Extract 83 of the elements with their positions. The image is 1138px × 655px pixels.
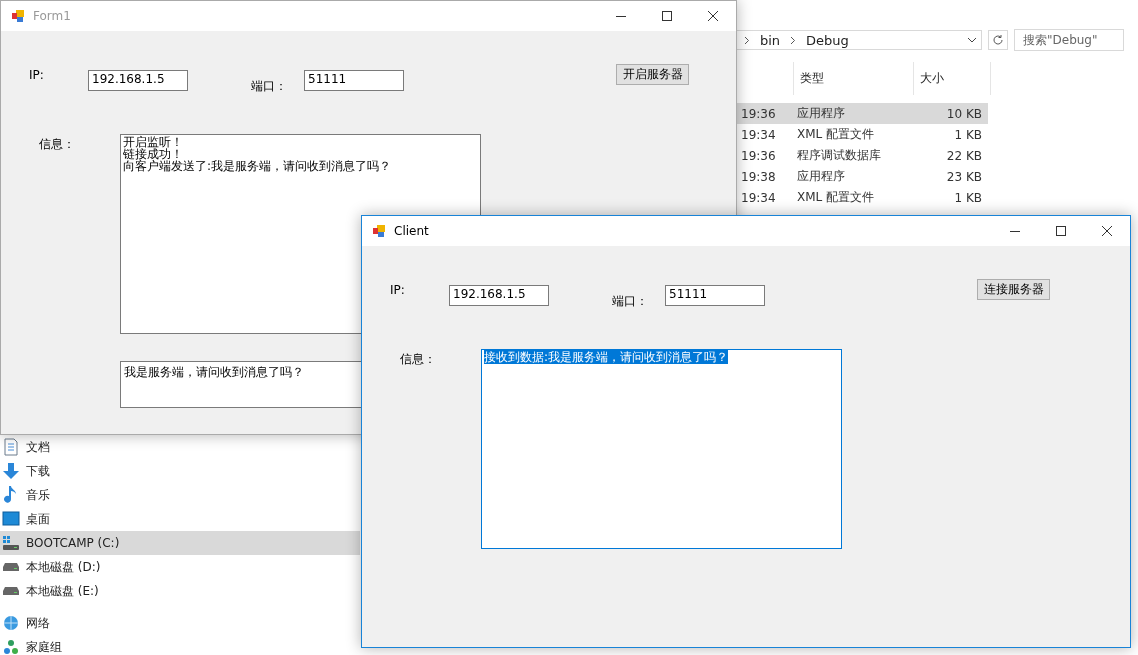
file-row[interactable]: 19:36 应用程序 10 KB bbox=[735, 103, 988, 124]
globe-icon bbox=[3, 615, 19, 631]
nav-item[interactable]: 桌面 bbox=[0, 507, 360, 531]
down-arrow-icon bbox=[2, 462, 20, 480]
nav-label: 音乐 bbox=[26, 486, 50, 504]
log-line: 链接成功！ bbox=[123, 147, 183, 161]
app-icon bbox=[372, 224, 386, 238]
nav-item[interactable]: 下载 bbox=[0, 459, 360, 483]
ip-label: IP: bbox=[390, 283, 405, 297]
nav-item[interactable]: 家庭组 bbox=[0, 635, 360, 655]
file-type: 应用程序 bbox=[797, 105, 846, 122]
file-size: 22 KB bbox=[945, 148, 982, 163]
port-field[interactable]: 51111 bbox=[304, 70, 404, 91]
file-row[interactable]: 19:38 应用程序 23 KB bbox=[735, 166, 988, 187]
log-line: 开启监听！ bbox=[123, 135, 183, 149]
nav-item[interactable]: 本地磁盘 (D:) bbox=[0, 555, 360, 579]
nav-label: BOOTCAMP (C:) bbox=[26, 536, 120, 550]
file-row[interactable]: 19:34 XML 配置文件 1 KB bbox=[735, 124, 988, 145]
drive-icon bbox=[2, 586, 20, 596]
file-size: 23 KB bbox=[945, 169, 982, 184]
nav-item[interactable]: 音乐 bbox=[0, 483, 360, 507]
drive-icon bbox=[2, 562, 20, 572]
nav-label: 文档 bbox=[26, 438, 50, 456]
chevron-right-icon bbox=[790, 35, 797, 45]
maximize-icon bbox=[662, 11, 672, 21]
nav-label: 下载 bbox=[26, 462, 50, 480]
file-row[interactable]: 19:36 程序调试数据库 22 KB bbox=[735, 145, 988, 166]
monitor-icon bbox=[2, 511, 20, 527]
music-note-icon bbox=[4, 485, 18, 505]
chevron-down-icon[interactable] bbox=[967, 37, 977, 43]
people-icon bbox=[3, 639, 19, 655]
modified-time: 19:34 bbox=[740, 190, 777, 205]
nav-label: 家庭组 bbox=[26, 638, 62, 655]
nav-item[interactable]: 网络 bbox=[0, 611, 360, 635]
window-title: Client bbox=[394, 224, 429, 238]
server-button[interactable]: 开启服务器 bbox=[616, 64, 689, 85]
nav-label: 桌面 bbox=[26, 510, 50, 528]
minimize-icon bbox=[616, 15, 626, 17]
breadcrumb-item[interactable]: bin bbox=[760, 32, 781, 48]
message-log[interactable]: 接收到数据:我是服务端，请问收到消息了吗？ bbox=[481, 349, 842, 549]
info-label: 信息： bbox=[39, 136, 75, 153]
column-header[interactable]: 大小 bbox=[913, 62, 991, 95]
refresh-icon bbox=[992, 34, 1004, 46]
file-type: 应用程序 bbox=[797, 168, 846, 185]
file-type: 程序调试数据库 bbox=[797, 147, 882, 164]
file-type: XML 配置文件 bbox=[797, 126, 876, 143]
server-button[interactable]: 连接服务器 bbox=[977, 279, 1050, 300]
modified-time: 19:38 bbox=[740, 169, 777, 184]
window-title: Form1 bbox=[33, 9, 71, 23]
nav-label: 本地磁盘 (D:) bbox=[26, 558, 101, 576]
refresh-button[interactable] bbox=[988, 30, 1008, 50]
nav-label: 网络 bbox=[26, 614, 50, 632]
file-type: XML 配置文件 bbox=[797, 189, 876, 206]
modified-time: 19:34 bbox=[740, 127, 777, 142]
file-size: 10 KB bbox=[945, 106, 982, 121]
nav-item[interactable]: BOOTCAMP (C:) bbox=[0, 531, 360, 555]
drive-icon bbox=[2, 535, 20, 551]
nav-label: 本地磁盘 (E:) bbox=[26, 582, 99, 600]
breadcrumb-item[interactable]: Debug bbox=[806, 32, 849, 48]
modified-time: 19:36 bbox=[740, 148, 777, 163]
app-icon bbox=[11, 9, 25, 23]
file-size: 1 KB bbox=[953, 190, 982, 205]
nav-item[interactable]: 本地磁盘 (E:) bbox=[0, 579, 360, 603]
nav-item[interactable]: 文档 bbox=[0, 435, 360, 459]
address-bar[interactable]: bin Debug bbox=[735, 30, 982, 50]
ip-field[interactable]: 192.168.1.5 bbox=[88, 70, 188, 91]
minimize-icon bbox=[1010, 230, 1020, 232]
close-icon bbox=[1102, 226, 1112, 236]
close-icon bbox=[708, 11, 718, 21]
search-field[interactable]: 搜索"Debug" bbox=[1014, 29, 1124, 51]
document-icon bbox=[3, 438, 19, 456]
chevron-right-icon bbox=[744, 35, 750, 45]
file-size: 1 KB bbox=[953, 127, 982, 142]
maximize-icon bbox=[1056, 226, 1066, 236]
port-field[interactable]: 51111 bbox=[665, 285, 765, 306]
port-label: 端口： bbox=[251, 78, 287, 95]
log-line: 向客户端发送了:我是服务端，请问收到消息了吗？ bbox=[123, 159, 392, 173]
ip-field[interactable]: 192.168.1.5 bbox=[449, 285, 549, 306]
file-row[interactable]: 19:34 XML 配置文件 1 KB bbox=[735, 187, 988, 208]
port-label: 端口： bbox=[612, 293, 648, 310]
modified-time: 19:36 bbox=[740, 106, 777, 121]
column-header[interactable]: 类型 bbox=[793, 62, 913, 95]
ip-label: IP: bbox=[29, 68, 44, 82]
